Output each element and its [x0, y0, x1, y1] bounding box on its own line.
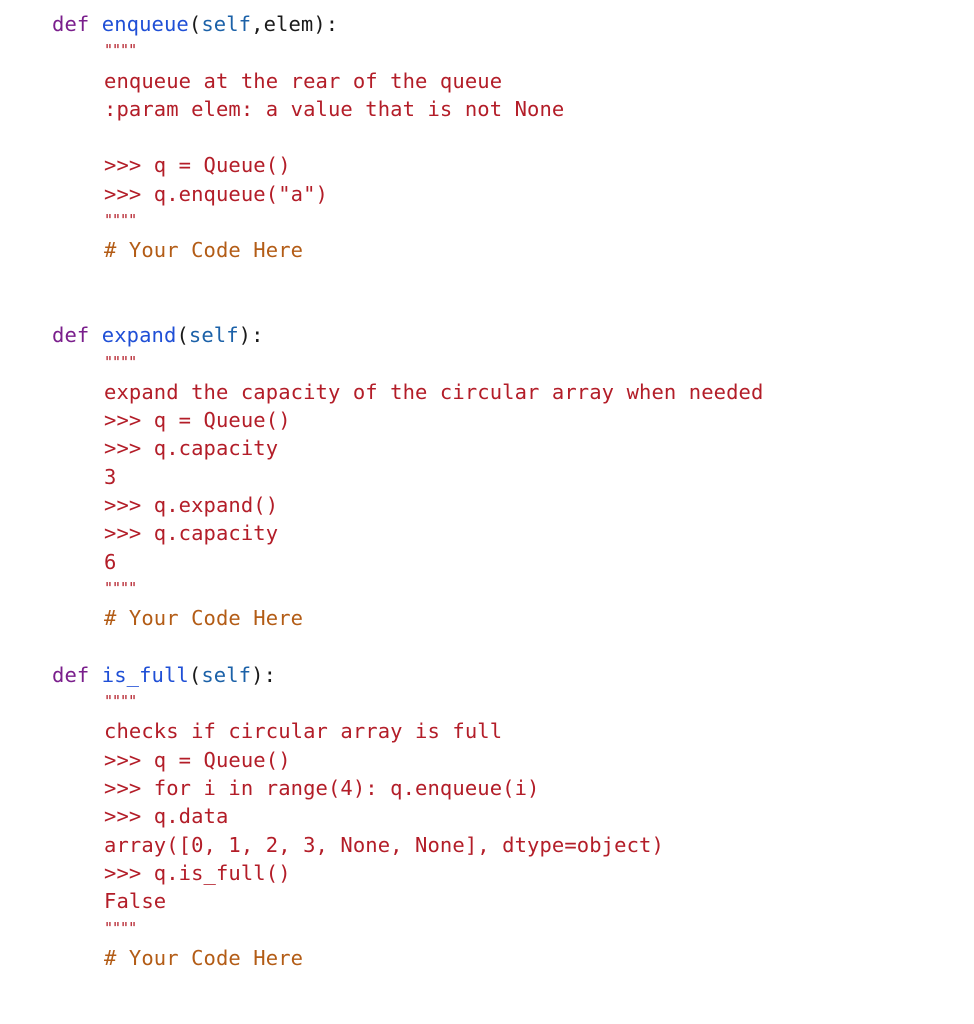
- docstring-quote: """": [104, 692, 137, 711]
- doc-line: >>> q = Queue(): [104, 408, 291, 433]
- def-keyword: def: [52, 323, 90, 348]
- params-rest: ,elem: [251, 12, 314, 36]
- code-editor[interactable]: def enqueue(self,elem): """" enqueue at …: [52, 10, 763, 972]
- doc-line: >>> q.enqueue("a"): [104, 181, 328, 206]
- doc-line: :param elem: a value that is not None: [104, 96, 565, 121]
- def-line: def expand(self):: [52, 321, 763, 349]
- code-comment: # Your Code Here: [104, 945, 304, 970]
- def-keyword: def: [52, 12, 90, 36]
- docstring-quote: """": [104, 352, 137, 371]
- docstring-close: """": [52, 916, 763, 944]
- self-param: self: [201, 12, 252, 36]
- doc-line: [52, 123, 763, 151]
- paren-close: ):: [313, 12, 339, 36]
- doc-line: enqueue at the rear of the queue: [104, 68, 503, 93]
- doc-line: >>> q.data: [104, 804, 229, 829]
- doc-line: expand the capacity of the circular arra…: [104, 379, 764, 404]
- docstring-open: """": [52, 38, 763, 66]
- function-name: expand: [101, 323, 177, 348]
- docstring-quote: """": [104, 211, 137, 230]
- doc-line: 3: [104, 464, 117, 489]
- function-enqueue: def enqueue(self,elem): """" enqueue at …: [52, 10, 763, 321]
- doc-line: >>> q.is_full(): [104, 860, 291, 885]
- docstring-quote: """": [104, 918, 137, 937]
- doc-line: array([0, 1, 2, 3, None, None], dtype=ob…: [104, 832, 664, 857]
- code-comment: # Your Code Here: [104, 238, 304, 263]
- function-is-full: def is_full(self): """" checks if circul…: [52, 661, 763, 972]
- doc-line: False: [104, 889, 167, 914]
- doc-line: >>> q = Queue(): [104, 153, 291, 178]
- paren-open: (: [176, 323, 189, 348]
- docstring-quote: """": [104, 578, 137, 597]
- function-name: enqueue: [101, 12, 189, 36]
- paren-open: (: [188, 12, 202, 36]
- doc-line: checks if circular array is full: [104, 719, 503, 744]
- docstring-close: """": [52, 576, 763, 604]
- doc-line: >>> for i in range(4): q.enqueue(i): [104, 776, 540, 801]
- paren-close: ):: [238, 323, 264, 348]
- doc-line: >>> q = Queue(): [104, 747, 291, 772]
- self-param: self: [188, 323, 239, 348]
- doc-line: >>> q.capacity: [104, 521, 279, 546]
- function-expand: def expand(self): """" expand the capaci…: [52, 321, 763, 661]
- def-keyword: def: [52, 662, 90, 687]
- docstring-open: """": [52, 350, 763, 378]
- self-param: self: [201, 662, 252, 687]
- docstring-quote: """": [104, 41, 137, 60]
- def-line: def is_full(self):: [52, 661, 763, 689]
- doc-line: 6: [104, 549, 117, 574]
- paren-close: ):: [251, 662, 277, 687]
- paren-open: (: [188, 662, 202, 687]
- def-line: def enqueue(self,elem):: [52, 10, 763, 38]
- doc-line: >>> q.expand(): [104, 493, 279, 518]
- doc-line: >>> q.capacity: [104, 436, 279, 461]
- docstring-close: """": [52, 208, 763, 236]
- code-comment: # Your Code Here: [104, 606, 304, 631]
- function-name: is_full: [101, 662, 189, 687]
- docstring-open: """": [52, 689, 763, 717]
